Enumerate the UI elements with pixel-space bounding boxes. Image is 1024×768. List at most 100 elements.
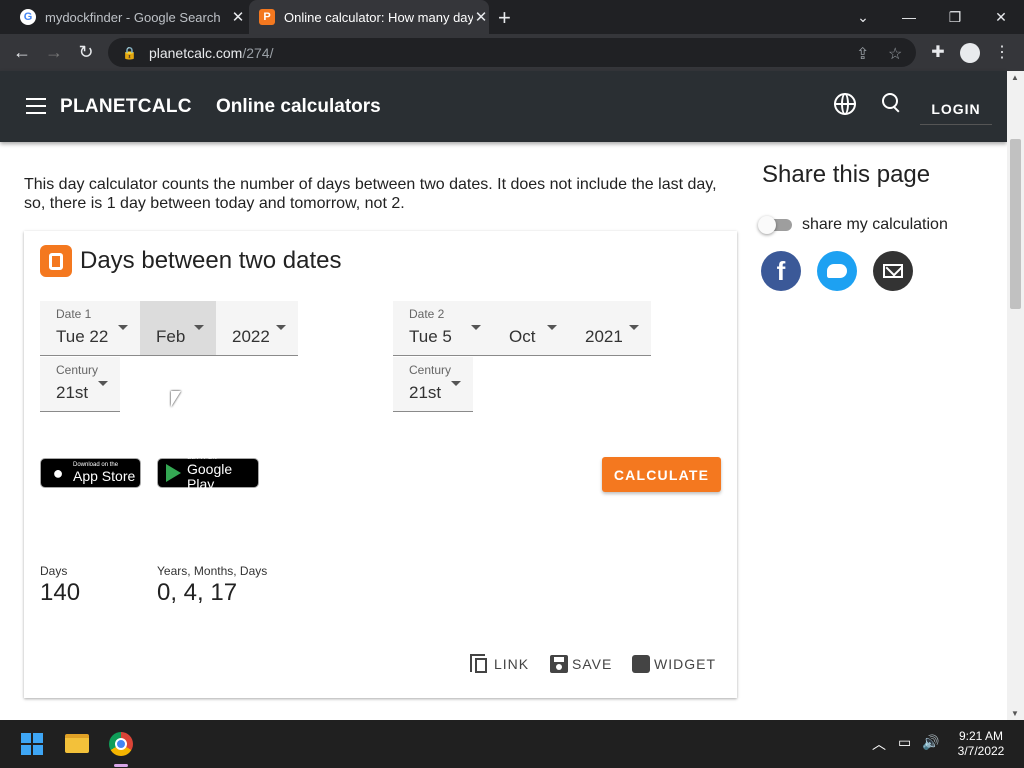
- clock-date: 3/7/2022: [957, 744, 1005, 758]
- close-tab-icon[interactable]: ✕: [473, 8, 489, 26]
- save-button[interactable]: SAVE: [550, 652, 612, 676]
- date1-label: Date 1: [56, 307, 92, 321]
- share-calculation-toggle[interactable]: [758, 216, 794, 234]
- date2-century-value: 21st: [409, 383, 442, 402]
- scroll-thumb[interactable]: [1010, 139, 1021, 309]
- profile-avatar[interactable]: [960, 43, 980, 63]
- date2-century-select[interactable]: Century 21st: [393, 357, 473, 412]
- ymd-result-label: Years, Months, Days: [157, 564, 268, 578]
- google-play-badge[interactable]: GET IT ON Google Play: [157, 455, 259, 491]
- facebook-icon: f: [776, 255, 786, 286]
- date2-month-value: Oct: [509, 327, 536, 346]
- save-floppy-icon: [550, 655, 568, 673]
- email-share-button[interactable]: [873, 251, 913, 291]
- globe-language-icon[interactable]: [834, 93, 856, 115]
- close-tab-icon[interactable]: ✕: [230, 8, 246, 26]
- calculator-card: Days between two dates Date 1 Tue 22 Feb…: [24, 231, 737, 698]
- login-button[interactable]: LOGIN: [920, 93, 992, 125]
- site-header: PLANETCALC Online calculators LOGIN: [0, 71, 1007, 142]
- lock-icon[interactable]: 🔒: [122, 46, 137, 60]
- dropdown-arrow-icon: [471, 325, 481, 330]
- toggle-knob: [758, 216, 776, 234]
- facebook-share-button[interactable]: f: [761, 251, 801, 291]
- restore-button[interactable]: ❐: [932, 9, 978, 26]
- back-arrow-icon[interactable]: ←: [10, 40, 34, 64]
- date2-day-select[interactable]: Date 2 Tue 5: [393, 301, 493, 356]
- menu-kebab-icon[interactable]: ⋮: [992, 42, 1012, 62]
- date1-year-select[interactable]: 2022: [216, 301, 298, 356]
- date1-day-select[interactable]: Date 1 Tue 22: [40, 301, 140, 356]
- google-icon: G: [20, 9, 36, 25]
- network-icon[interactable]: ▭: [898, 734, 911, 751]
- date1-month-select[interactable]: Feb: [140, 301, 216, 356]
- tab-search-icon[interactable]: ⌄: [840, 9, 886, 26]
- link-button[interactable]: LINK: [470, 652, 529, 676]
- tab-google-search[interactable]: G mydockfinder - Google Search ✕: [14, 0, 246, 34]
- url-host: planetcalc.com: [148, 44, 243, 61]
- date2-month-select[interactable]: Oct: [493, 301, 569, 356]
- volume-icon[interactable]: 🔊: [922, 734, 939, 751]
- browser-toolbar: ← → ↻ 🔒 planetcalc.com/274/ ⇪ ☆ ✚ ⋮: [0, 34, 1024, 71]
- app-store-badge[interactable]: ● Download on the App Store: [40, 458, 141, 488]
- site-brand[interactable]: PLANETCALC: [60, 96, 192, 118]
- scroll-down-arrow[interactable]: ▼: [1011, 709, 1019, 718]
- new-tab-button[interactable]: +: [498, 5, 511, 31]
- date1-month-value: Feb: [156, 327, 186, 346]
- chrome-icon[interactable]: [109, 732, 133, 756]
- google-play-icon: [166, 464, 181, 482]
- file-explorer-icon[interactable]: [65, 734, 89, 753]
- clock-time: 9:21 AM: [958, 729, 1004, 743]
- ymd-result-value: 0, 4, 17: [157, 579, 238, 606]
- century-label: Century: [409, 363, 452, 377]
- widget-button[interactable]: WIDGET: [632, 652, 716, 676]
- date2-label: Date 2: [409, 307, 445, 321]
- days-result-value: 140: [40, 579, 81, 606]
- widget-label: WIDGET: [654, 656, 716, 672]
- date2-day-value: Tue 5: [409, 327, 452, 346]
- section-title[interactable]: Online calculators: [216, 96, 381, 118]
- dropdown-arrow-icon: [118, 325, 128, 330]
- windows-start-icon[interactable]: [21, 733, 43, 755]
- page-scrollbar[interactable]: ▲ ▼: [1007, 71, 1024, 720]
- calculate-button[interactable]: CALCULATE: [602, 457, 721, 492]
- appstore-big-text: App Store: [73, 468, 136, 484]
- minimize-button[interactable]: —: [886, 9, 932, 25]
- date1-century-value: 21st: [56, 383, 89, 402]
- date2-year-select[interactable]: 2021: [569, 301, 651, 356]
- dropdown-arrow-icon: [276, 325, 286, 330]
- search-icon[interactable]: [882, 93, 902, 113]
- save-label: SAVE: [572, 656, 613, 672]
- scroll-up-arrow[interactable]: ▲: [1011, 73, 1019, 82]
- mail-icon: [883, 264, 903, 278]
- days-result-label: Days: [40, 564, 68, 578]
- share-icon[interactable]: ⇪: [856, 44, 869, 64]
- dropdown-arrow-icon: [451, 381, 461, 386]
- mouse-cursor-icon: [171, 391, 181, 407]
- browser-tab-bar: G mydockfinder - Google Search ✕ P Onlin…: [0, 0, 1024, 34]
- puzzle-widget-icon: [632, 655, 650, 673]
- windows-taskbar: ︿ ▭ 🔊 9:21 AM 3/7/2022: [0, 720, 1024, 768]
- dropdown-arrow-icon: [629, 325, 639, 330]
- date1-century-select[interactable]: Century 21st: [40, 357, 120, 412]
- hamburger-menu-icon[interactable]: [26, 98, 46, 114]
- close-window-button[interactable]: ✕: [978, 9, 1024, 26]
- twitter-icon: [827, 264, 847, 278]
- copy-link-icon: [470, 654, 490, 674]
- twitter-share-button[interactable]: [817, 251, 857, 291]
- extensions-puzzle-icon[interactable]: ✚: [928, 42, 948, 62]
- address-bar[interactable]: 🔒 planetcalc.com/274/ ⇪ ☆: [108, 38, 916, 67]
- intro-text: This day calculator counts the number of…: [24, 176, 717, 212]
- dropdown-arrow-icon: [98, 381, 108, 386]
- date1-day-value: Tue 22: [56, 327, 109, 346]
- system-clock[interactable]: 9:21 AM 3/7/2022: [950, 729, 1012, 759]
- show-hidden-icons-chevron-icon[interactable]: ︿: [872, 734, 886, 754]
- forward-arrow-icon[interactable]: →: [42, 40, 66, 64]
- tab-title: Online calculator: How many day: [284, 9, 473, 25]
- share-title: Share this page: [762, 161, 931, 188]
- planetcalc-icon: P: [259, 9, 275, 25]
- calculator-title: Days between two dates: [80, 247, 342, 274]
- bookmark-star-icon[interactable]: ☆: [888, 44, 902, 64]
- reload-icon[interactable]: ↻: [74, 40, 98, 64]
- link-label: LINK: [494, 656, 530, 672]
- tab-planetcalc[interactable]: P Online calculator: How many day ✕: [249, 0, 489, 34]
